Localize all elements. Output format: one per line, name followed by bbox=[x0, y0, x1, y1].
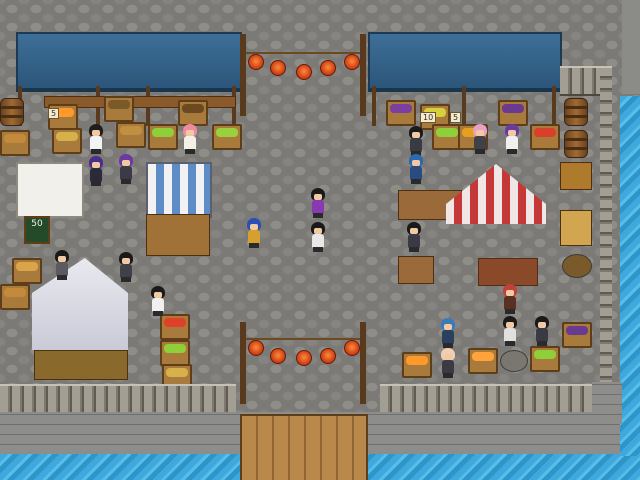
price-tag: 10 bbox=[420, 112, 437, 123]
npc-villager[interactable] bbox=[116, 252, 136, 282]
grey-tent-left bbox=[32, 258, 128, 350]
produce-crate-icon[interactable] bbox=[402, 352, 432, 378]
produce-crate-icon[interactable] bbox=[212, 124, 242, 150]
red-striped-tent bbox=[446, 164, 546, 224]
lantern-icon bbox=[344, 54, 360, 70]
building-wall bbox=[622, 0, 640, 94]
npc-villager[interactable] bbox=[148, 286, 168, 316]
stone-fence bbox=[380, 384, 612, 414]
produce-crate-icon[interactable] bbox=[104, 96, 134, 122]
lantern-arch-post bbox=[360, 322, 366, 404]
lantern-icon bbox=[320, 348, 336, 364]
npc-villager[interactable] bbox=[52, 250, 72, 280]
lantern-icon bbox=[320, 60, 336, 76]
lantern-arch-post bbox=[360, 34, 366, 116]
barrel-icon[interactable] bbox=[0, 98, 24, 126]
npc-villager[interactable] bbox=[438, 348, 458, 378]
price-tag: 5 bbox=[48, 108, 60, 119]
produce-crate-icon[interactable] bbox=[0, 284, 30, 310]
produce-crate-icon[interactable] bbox=[160, 314, 190, 340]
striped-tent bbox=[146, 162, 212, 218]
lantern-icon bbox=[296, 64, 312, 80]
produce-crate-icon[interactable] bbox=[530, 346, 560, 372]
game-viewport[interactable]: 5 50 10 5 bbox=[0, 0, 640, 480]
lantern-icon bbox=[270, 60, 286, 76]
produce-crate-icon[interactable] bbox=[160, 340, 190, 366]
meat-counter bbox=[478, 258, 538, 286]
stone-fence bbox=[0, 384, 236, 414]
player-character[interactable] bbox=[244, 218, 264, 248]
stall-counter bbox=[146, 214, 210, 256]
produce-crate-icon[interactable] bbox=[178, 100, 208, 126]
lantern-rope bbox=[246, 338, 360, 340]
wooden-bridge[interactable] bbox=[240, 414, 368, 480]
lantern-icon bbox=[296, 350, 312, 366]
blue-awning-left bbox=[16, 32, 242, 92]
price-tag: 5 bbox=[450, 112, 462, 123]
npc-villager[interactable] bbox=[438, 318, 458, 348]
lantern-arch-post bbox=[240, 322, 246, 404]
npc-villager[interactable] bbox=[404, 222, 424, 252]
npc-villager[interactable] bbox=[500, 316, 520, 346]
water-tub[interactable] bbox=[562, 254, 592, 278]
produce-crate-icon[interactable] bbox=[468, 348, 498, 374]
awning-post bbox=[552, 86, 556, 126]
npc-merchant[interactable] bbox=[406, 126, 426, 156]
produce-crate-icon[interactable] bbox=[12, 258, 42, 284]
npc-merchant[interactable] bbox=[180, 124, 200, 154]
lantern-icon bbox=[248, 340, 264, 356]
water-right bbox=[620, 96, 640, 456]
cooking-pot[interactable] bbox=[500, 350, 528, 372]
chalkboard-sign: 50 bbox=[24, 216, 50, 244]
white-tent-left bbox=[16, 162, 84, 218]
npc-merchant[interactable] bbox=[470, 124, 490, 154]
lantern-arch-post bbox=[240, 34, 246, 116]
stone-fence-side bbox=[600, 66, 612, 390]
npc-villager[interactable] bbox=[500, 284, 520, 314]
produce-crate-icon[interactable] bbox=[52, 128, 82, 154]
tent-counter bbox=[34, 350, 128, 380]
npc-villager[interactable] bbox=[308, 222, 328, 252]
produce-crate-icon[interactable] bbox=[498, 100, 528, 126]
treasure-chest[interactable] bbox=[560, 162, 592, 190]
lantern-icon bbox=[270, 348, 286, 364]
produce-crate-icon[interactable] bbox=[116, 122, 146, 148]
stone-wall-right bbox=[592, 382, 622, 424]
produce-crate-icon[interactable] bbox=[386, 100, 416, 126]
barrel-icon[interactable] bbox=[564, 98, 588, 126]
lantern-icon bbox=[344, 340, 360, 356]
produce-crate-icon[interactable] bbox=[562, 322, 592, 348]
npc-villager[interactable] bbox=[86, 156, 106, 186]
awning-post bbox=[372, 86, 376, 126]
lantern-rope bbox=[246, 52, 360, 54]
lantern-icon bbox=[248, 54, 264, 70]
npc-villager[interactable] bbox=[406, 154, 426, 184]
hay-bale bbox=[560, 210, 592, 246]
npc-merchant[interactable] bbox=[86, 124, 106, 154]
barrel-icon[interactable] bbox=[564, 130, 588, 158]
blue-awning-right bbox=[368, 32, 562, 92]
awning-post bbox=[462, 86, 466, 126]
npc-villager[interactable] bbox=[532, 316, 552, 346]
npc-merchant[interactable] bbox=[502, 124, 522, 154]
npc-villager[interactable] bbox=[308, 188, 328, 218]
npc-villager[interactable] bbox=[116, 154, 136, 184]
produce-crate-icon[interactable] bbox=[530, 124, 560, 150]
fish-crate[interactable] bbox=[398, 256, 434, 284]
produce-crate-icon[interactable] bbox=[0, 130, 30, 156]
produce-crate-icon[interactable] bbox=[148, 124, 178, 150]
